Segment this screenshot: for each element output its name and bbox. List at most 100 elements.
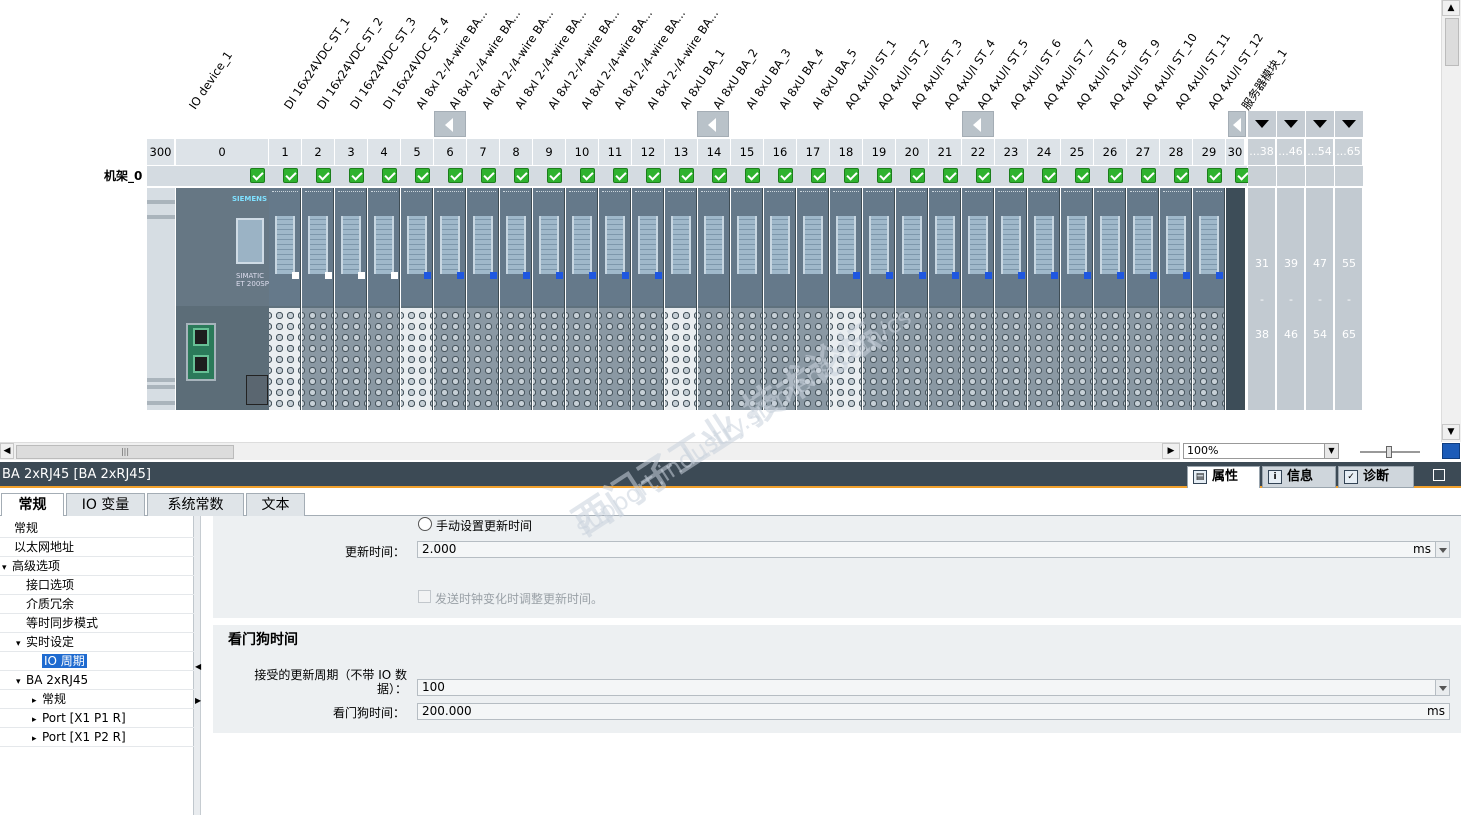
tab-system-constants[interactable]: 系统常数 <box>147 493 244 516</box>
chevron-down-icon[interactable] <box>1435 542 1449 557</box>
io-device-label[interactable]: IO device_1 <box>186 48 235 111</box>
server-module[interactable] <box>1226 188 1245 410</box>
expand-column-icon[interactable] <box>1306 111 1334 137</box>
io-module[interactable] <box>401 188 433 410</box>
scroll-left-icon[interactable]: ◀ <box>0 443 14 459</box>
chevron-down-icon[interactable] <box>1435 680 1449 695</box>
io-module[interactable] <box>1094 188 1126 410</box>
tree-item[interactable]: 介质冗余 <box>16 595 74 613</box>
io-module[interactable] <box>863 188 895 410</box>
expand-arrow-icon[interactable]: ▾ <box>16 673 26 691</box>
io-module[interactable] <box>632 188 664 410</box>
module-checkbox[interactable] <box>976 168 991 183</box>
slot-range-header[interactable]: ...46 <box>1277 139 1305 165</box>
tab-info[interactable]: i 信息 <box>1262 466 1336 488</box>
slider-knob[interactable] <box>1386 446 1392 458</box>
module-checkbox[interactable] <box>646 168 661 183</box>
zoom-select[interactable]: 100% ▼ <box>1183 443 1339 459</box>
module-checkbox[interactable] <box>448 168 463 183</box>
io-module[interactable] <box>335 188 367 410</box>
interface-module[interactable]: SIEMENS SIMATIC ET 200SP <box>176 188 269 410</box>
module-checkbox[interactable] <box>250 168 265 183</box>
module-checkbox[interactable] <box>745 168 760 183</box>
slot-range-column[interactable]: 31 - 38 <box>1248 188 1276 410</box>
module-checkbox[interactable] <box>382 168 397 183</box>
scroll-thumb[interactable] <box>1445 18 1459 66</box>
module-checkbox[interactable] <box>943 168 958 183</box>
slot-range-header[interactable]: ...65 <box>1335 139 1363 165</box>
slot-range-column[interactable]: 39 - 46 <box>1277 188 1305 410</box>
io-module[interactable] <box>599 188 631 410</box>
slot-range-column[interactable]: 55 - 65 <box>1335 188 1363 410</box>
horizontal-scrollbar[interactable]: ◀ ||| ▶ <box>0 442 1180 460</box>
tree-item[interactable]: ▾ 实时设定 <box>16 633 74 651</box>
zoom-slider[interactable] <box>1356 443 1426 459</box>
vertical-scrollbar[interactable]: ▲ ▼ <box>1441 0 1461 442</box>
tree-item[interactable]: ▾ BA 2xRJ45 <box>16 671 88 689</box>
tree-item[interactable]: IO 周期 <box>32 652 87 670</box>
io-module[interactable] <box>467 188 499 410</box>
module-checkbox[interactable] <box>580 168 595 183</box>
scroll-thumb[interactable]: ||| <box>16 445 234 459</box>
module-checkbox[interactable] <box>778 168 793 183</box>
slot-range-header[interactable]: ...38 <box>1248 139 1276 165</box>
io-module[interactable] <box>1160 188 1192 410</box>
adjust-update-checkbox[interactable] <box>418 590 431 603</box>
module-checkbox[interactable] <box>1108 168 1123 183</box>
tab-texts[interactable]: 文本 <box>246 493 305 516</box>
collapse-arrow-icon[interactable]: ▸ <box>32 692 42 710</box>
module-checkbox[interactable] <box>712 168 727 183</box>
io-module[interactable] <box>1193 188 1225 410</box>
accepted-cycles-select[interactable]: 100 <box>417 679 1450 696</box>
io-module[interactable] <box>269 188 301 410</box>
io-module[interactable] <box>1028 188 1060 410</box>
tab-general[interactable]: 常规 <box>1 493 64 517</box>
io-module[interactable] <box>533 188 565 410</box>
tab-properties[interactable]: ▤ 属性 <box>1187 466 1260 488</box>
expand-column-icon[interactable] <box>1335 111 1363 137</box>
scroll-left-arrow[interactable] <box>962 111 994 137</box>
tree-item[interactable]: 等时同步模式 <box>16 614 98 632</box>
tab-diagnostics[interactable]: ✓ 诊断 <box>1338 466 1414 488</box>
scroll-down-icon[interactable]: ▼ <box>1442 424 1460 440</box>
bus-adapter-rj45[interactable] <box>186 323 216 381</box>
module-checkbox[interactable] <box>877 168 892 183</box>
module-checkbox[interactable] <box>1174 168 1189 183</box>
update-time-field[interactable]: 2.000 ms <box>417 541 1450 558</box>
module-checkbox[interactable] <box>679 168 694 183</box>
module-checkbox[interactable] <box>613 168 628 183</box>
chevron-down-icon[interactable]: ▼ <box>1324 444 1338 458</box>
io-module[interactable] <box>434 188 466 410</box>
module-checkbox[interactable] <box>415 168 430 183</box>
tab-io-tags[interactable]: IO 变量 <box>66 493 145 516</box>
module-checkbox[interactable] <box>514 168 529 183</box>
panel-restore-icon[interactable] <box>1433 469 1445 481</box>
scroll-left-arrow[interactable] <box>1228 111 1246 137</box>
expand-right-icon[interactable]: ▶ <box>195 696 201 705</box>
manual-update-radio[interactable] <box>418 517 432 531</box>
slot-range-column[interactable]: 47 - 54 <box>1306 188 1334 410</box>
tree-item[interactable]: 接口选项 <box>16 576 74 594</box>
expand-arrow-icon[interactable]: ▾ <box>2 559 12 577</box>
io-module[interactable] <box>962 188 994 410</box>
module-checkbox[interactable] <box>844 168 859 183</box>
module-checkbox[interactable] <box>1009 168 1024 183</box>
expand-column-icon[interactable] <box>1248 111 1276 137</box>
collapse-arrow-icon[interactable]: ▸ <box>32 730 42 748</box>
overview-navigation-button[interactable] <box>1442 443 1460 459</box>
tree-item[interactable]: 常规 <box>4 519 38 537</box>
tree-item[interactable]: ▸ Port [X1 P1 R] <box>32 709 126 727</box>
io-module[interactable] <box>302 188 334 410</box>
io-module[interactable] <box>566 188 598 410</box>
device-view[interactable]: DI 16x24VDC ST_1 DI 16x24VDC ST_2 DI 16x24… <box>0 0 1441 442</box>
io-module[interactable] <box>929 188 961 410</box>
tree-item[interactable]: ▸ 常规 <box>32 690 66 708</box>
module-checkbox[interactable] <box>547 168 562 183</box>
module-checkbox[interactable] <box>1042 168 1057 183</box>
module-checkbox[interactable] <box>349 168 364 183</box>
tree-splitter[interactable]: ◀ ▶ <box>194 516 201 815</box>
scroll-left-arrow[interactable] <box>434 111 466 137</box>
tree-item[interactable]: 以太网地址 <box>4 538 74 556</box>
io-module[interactable] <box>500 188 532 410</box>
io-module[interactable] <box>1061 188 1093 410</box>
